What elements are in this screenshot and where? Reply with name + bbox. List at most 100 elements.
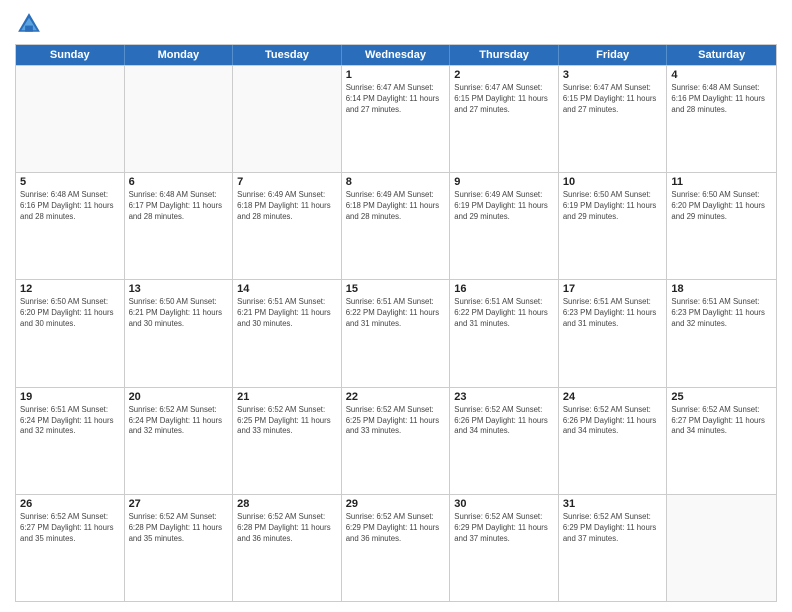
cell-info-text: Sunrise: 6:49 AM Sunset: 6:19 PM Dayligh… (454, 190, 554, 223)
calendar-cell: 15Sunrise: 6:51 AM Sunset: 6:22 PM Dayli… (342, 280, 451, 386)
calendar-cell (233, 66, 342, 172)
weekday-header-tuesday: Tuesday (233, 45, 342, 65)
cell-day-number: 16 (454, 283, 554, 295)
calendar-cell: 5Sunrise: 6:48 AM Sunset: 6:16 PM Daylig… (16, 173, 125, 279)
calendar-cell: 9 Sunrise: 6:49 AM Sunset: 6:19 PM Daylig… (450, 173, 559, 279)
cell-info-text: Sunrise: 6:52 AM Sunset: 6:26 PM Dayligh… (563, 405, 663, 438)
cell-day-number: 1 (346, 69, 446, 81)
cell-info-text: Sunrise: 6:51 AM Sunset: 6:23 PM Dayligh… (563, 297, 663, 330)
cell-info-text: Sunrise: 6:48 AM Sunset: 6:16 PM Dayligh… (671, 83, 772, 116)
cell-info-text: Sunrise: 6:51 AM Sunset: 6:22 PM Dayligh… (454, 297, 554, 330)
page: SundayMondayTuesdayWednesdayThursdayFrid… (0, 0, 792, 612)
cell-day-number: 15 (346, 283, 446, 295)
cell-day-number: 4 (671, 69, 772, 81)
calendar-cell: 17 Sunrise: 6:51 AM Sunset: 6:23 PM Dayli… (559, 280, 668, 386)
cell-day-number: 22 (346, 391, 446, 403)
cell-info-text: Sunrise: 6:52 AM Sunset: 6:28 PM Dayligh… (237, 512, 337, 545)
calendar-cell: 22 Sunrise: 6:52 AM Sunset: 6:25 PM Dayli… (342, 388, 451, 494)
cell-day-number: 14 (237, 283, 337, 295)
calendar-week-2: 5Sunrise: 6:48 AM Sunset: 6:16 PM Daylig… (16, 172, 776, 279)
cell-day-number: 7 (237, 176, 337, 188)
calendar-cell: 2Sunrise: 6:47 AM Sunset: 6:15 PM Daylig… (450, 66, 559, 172)
cell-day-number: 20 (129, 391, 229, 403)
cell-info-text: Sunrise: 6:52 AM Sunset: 6:24 PM Dayligh… (129, 405, 229, 438)
cell-day-number: 6 (129, 176, 229, 188)
logo (15, 10, 47, 38)
cell-day-number: 2 (454, 69, 554, 81)
calendar-cell: 14 Sunrise: 6:51 AM Sunset: 6:21 PM Dayli… (233, 280, 342, 386)
calendar-cell: 13 Sunrise: 6:50 AM Sunset: 6:21 PM Dayli… (125, 280, 234, 386)
cell-info-text: Sunrise: 6:47 AM Sunset: 6:14 PM Dayligh… (346, 83, 446, 116)
calendar-cell: 28Sunrise: 6:52 AM Sunset: 6:28 PM Dayli… (233, 495, 342, 601)
cell-day-number: 30 (454, 498, 554, 510)
calendar-cell: 4 Sunrise: 6:48 AM Sunset: 6:16 PM Daylig… (667, 66, 776, 172)
weekday-header-sunday: Sunday (16, 45, 125, 65)
cell-info-text: Sunrise: 6:48 AM Sunset: 6:16 PM Dayligh… (20, 190, 120, 223)
calendar-cell: 20 Sunrise: 6:52 AM Sunset: 6:24 PM Dayli… (125, 388, 234, 494)
calendar-cell: 3 Sunrise: 6:47 AM Sunset: 6:15 PM Daylig… (559, 66, 668, 172)
calendar-body: 1 Sunrise: 6:47 AM Sunset: 6:14 PM Daylig… (16, 65, 776, 601)
cell-info-text: Sunrise: 6:52 AM Sunset: 6:29 PM Dayligh… (346, 512, 446, 545)
calendar: SundayMondayTuesdayWednesdayThursdayFrid… (15, 44, 777, 602)
calendar-cell: 7 Sunrise: 6:49 AM Sunset: 6:18 PM Daylig… (233, 173, 342, 279)
calendar-cell: 31 Sunrise: 6:52 AM Sunset: 6:29 PM Dayli… (559, 495, 668, 601)
cell-info-text: Sunrise: 6:51 AM Sunset: 6:21 PM Dayligh… (237, 297, 337, 330)
cell-day-number: 25 (671, 391, 772, 403)
calendar-cell: 26Sunrise: 6:52 AM Sunset: 6:27 PM Dayli… (16, 495, 125, 601)
calendar-cell (16, 66, 125, 172)
cell-info-text: Sunrise: 6:48 AM Sunset: 6:17 PM Dayligh… (129, 190, 229, 223)
header (15, 10, 777, 38)
calendar-cell: 11 Sunrise: 6:50 AM Sunset: 6:20 PM Dayli… (667, 173, 776, 279)
calendar-cell: 1 Sunrise: 6:47 AM Sunset: 6:14 PM Daylig… (342, 66, 451, 172)
cell-day-number: 10 (563, 176, 663, 188)
calendar-cell: 21Sunrise: 6:52 AM Sunset: 6:25 PM Dayli… (233, 388, 342, 494)
cell-info-text: Sunrise: 6:52 AM Sunset: 6:26 PM Dayligh… (454, 405, 554, 438)
cell-day-number: 29 (346, 498, 446, 510)
calendar-week-4: 19Sunrise: 6:51 AM Sunset: 6:24 PM Dayli… (16, 387, 776, 494)
cell-day-number: 17 (563, 283, 663, 295)
cell-day-number: 18 (671, 283, 772, 295)
cell-info-text: Sunrise: 6:50 AM Sunset: 6:20 PM Dayligh… (671, 190, 772, 223)
calendar-cell (125, 66, 234, 172)
weekday-header-thursday: Thursday (450, 45, 559, 65)
calendar-cell: 27Sunrise: 6:52 AM Sunset: 6:28 PM Dayli… (125, 495, 234, 601)
cell-info-text: Sunrise: 6:52 AM Sunset: 6:27 PM Dayligh… (671, 405, 772, 438)
cell-info-text: Sunrise: 6:49 AM Sunset: 6:18 PM Dayligh… (346, 190, 446, 223)
cell-info-text: Sunrise: 6:52 AM Sunset: 6:25 PM Dayligh… (346, 405, 446, 438)
weekday-header-wednesday: Wednesday (342, 45, 451, 65)
calendar-week-5: 26Sunrise: 6:52 AM Sunset: 6:27 PM Dayli… (16, 494, 776, 601)
calendar-week-1: 1 Sunrise: 6:47 AM Sunset: 6:14 PM Daylig… (16, 65, 776, 172)
cell-info-text: Sunrise: 6:50 AM Sunset: 6:19 PM Dayligh… (563, 190, 663, 223)
calendar-cell: 10 Sunrise: 6:50 AM Sunset: 6:19 PM Dayli… (559, 173, 668, 279)
cell-info-text: Sunrise: 6:50 AM Sunset: 6:20 PM Dayligh… (20, 297, 120, 330)
cell-day-number: 11 (671, 176, 772, 188)
calendar-cell: 29 Sunrise: 6:52 AM Sunset: 6:29 PM Dayli… (342, 495, 451, 601)
calendar-cell: 16 Sunrise: 6:51 AM Sunset: 6:22 PM Dayli… (450, 280, 559, 386)
cell-day-number: 23 (454, 391, 554, 403)
cell-day-number: 9 (454, 176, 554, 188)
cell-info-text: Sunrise: 6:52 AM Sunset: 6:29 PM Dayligh… (563, 512, 663, 545)
calendar-cell: 24 Sunrise: 6:52 AM Sunset: 6:26 PM Dayli… (559, 388, 668, 494)
cell-info-text: Sunrise: 6:50 AM Sunset: 6:21 PM Dayligh… (129, 297, 229, 330)
cell-info-text: Sunrise: 6:52 AM Sunset: 6:29 PM Dayligh… (454, 512, 554, 545)
cell-info-text: Sunrise: 6:49 AM Sunset: 6:18 PM Dayligh… (237, 190, 337, 223)
calendar-cell (667, 495, 776, 601)
calendar-cell: 30 Sunrise: 6:52 AM Sunset: 6:29 PM Dayli… (450, 495, 559, 601)
cell-info-text: Sunrise: 6:47 AM Sunset: 6:15 PM Dayligh… (563, 83, 663, 116)
cell-day-number: 13 (129, 283, 229, 295)
calendar-cell: 12Sunrise: 6:50 AM Sunset: 6:20 PM Dayli… (16, 280, 125, 386)
cell-day-number: 26 (20, 498, 120, 510)
calendar-cell: 19Sunrise: 6:51 AM Sunset: 6:24 PM Dayli… (16, 388, 125, 494)
logo-icon (15, 10, 43, 38)
cell-day-number: 31 (563, 498, 663, 510)
cell-day-number: 8 (346, 176, 446, 188)
calendar-cell: 25 Sunrise: 6:52 AM Sunset: 6:27 PM Dayli… (667, 388, 776, 494)
weekday-header-friday: Friday (559, 45, 668, 65)
cell-day-number: 27 (129, 498, 229, 510)
calendar-week-3: 12Sunrise: 6:50 AM Sunset: 6:20 PM Dayli… (16, 279, 776, 386)
weekday-header-monday: Monday (125, 45, 234, 65)
cell-day-number: 3 (563, 69, 663, 81)
cell-day-number: 24 (563, 391, 663, 403)
calendar-header-row: SundayMondayTuesdayWednesdayThursdayFrid… (16, 45, 776, 65)
cell-day-number: 21 (237, 391, 337, 403)
